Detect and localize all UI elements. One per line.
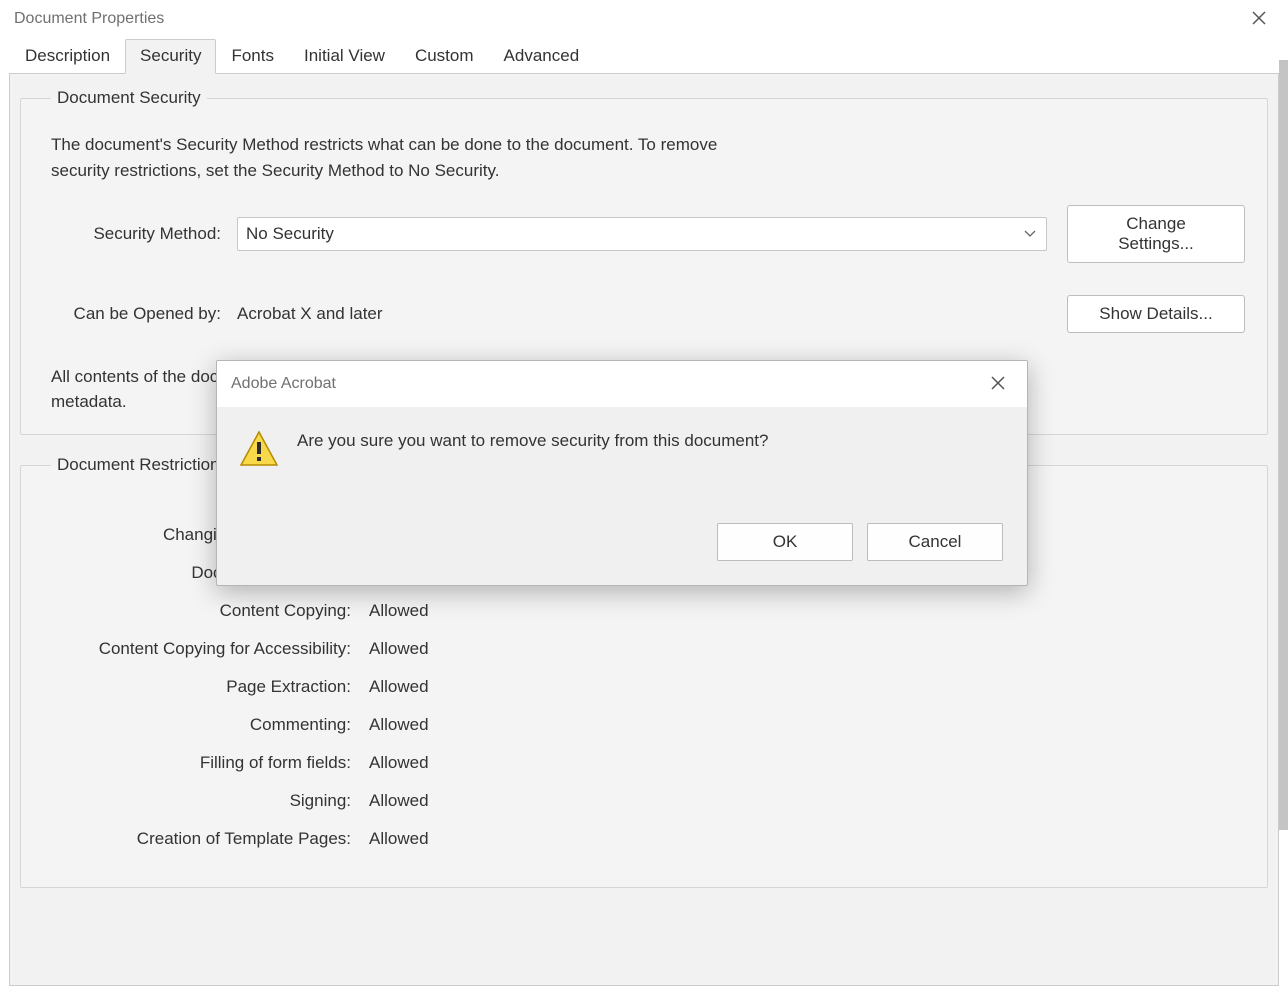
opened-by-row: Can be Opened by: Acrobat X and later Sh… — [51, 295, 1245, 333]
dialog-titlebar: Adobe Acrobat — [217, 361, 1027, 407]
document-security-legend: Document Security — [51, 88, 207, 108]
tab-strip: Description Security Fonts Initial View … — [0, 38, 1288, 73]
confirm-dialog: Adobe Acrobat Are you sure you want to r… — [216, 360, 1028, 586]
opened-by-label: Can be Opened by: — [51, 304, 221, 324]
cancel-button[interactable]: Cancel — [867, 523, 1003, 561]
restriction-value: Allowed — [369, 753, 429, 773]
restriction-label: Content Copying: — [51, 601, 351, 621]
security-method-row: Security Method: No Security Change Sett… — [51, 205, 1245, 263]
window-title: Document Properties — [14, 10, 164, 28]
dialog-title: Adobe Acrobat — [231, 375, 336, 393]
security-method-label: Security Method: — [51, 224, 221, 244]
restriction-label: Signing: — [51, 791, 351, 811]
tab-description[interactable]: Description — [10, 39, 125, 74]
security-intro: The document's Security Method restricts… — [51, 132, 771, 183]
security-method-select[interactable]: No Security — [237, 217, 1047, 251]
chevron-down-icon — [1024, 227, 1036, 241]
tab-fonts[interactable]: Fonts — [216, 39, 289, 74]
security-method-value: No Security — [246, 224, 334, 244]
restriction-value: Allowed — [369, 791, 429, 811]
restriction-label: Filling of form fields: — [51, 753, 351, 773]
restriction-value: Allowed — [369, 715, 429, 735]
restriction-row: Creation of Template Pages: Allowed — [51, 829, 1245, 849]
restriction-value: Allowed — [369, 829, 429, 849]
restriction-value: Allowed — [369, 677, 429, 697]
dialog-button-row: OK Cancel — [217, 475, 1027, 585]
restriction-label: Creation of Template Pages: — [51, 829, 351, 849]
dialog-close-icon[interactable] — [983, 371, 1013, 397]
restriction-row: Content Copying: Allowed — [51, 601, 1245, 621]
restriction-row: Page Extraction: Allowed — [51, 677, 1245, 697]
restriction-row: Signing: Allowed — [51, 791, 1245, 811]
tab-custom[interactable]: Custom — [400, 39, 489, 74]
restriction-label: Commenting: — [51, 715, 351, 735]
dialog-message: Are you sure you want to remove security… — [297, 429, 768, 451]
tab-initial-view[interactable]: Initial View — [289, 39, 400, 74]
restriction-row: Commenting: Allowed — [51, 715, 1245, 735]
restriction-value: Allowed — [369, 601, 429, 621]
restriction-value: Allowed — [369, 639, 429, 659]
show-details-button[interactable]: Show Details... — [1067, 295, 1245, 333]
close-icon[interactable] — [1244, 6, 1274, 32]
scrollbar-thumb[interactable] — [1279, 60, 1288, 830]
ok-button[interactable]: OK — [717, 523, 853, 561]
dialog-body: Are you sure you want to remove security… — [217, 407, 1027, 475]
tab-advanced[interactable]: Advanced — [489, 39, 595, 74]
restriction-label: Content Copying for Accessibility: — [51, 639, 351, 659]
scrollbar[interactable] — [1279, 60, 1288, 985]
document-properties-window: Document Properties Description Security… — [0, 0, 1288, 985]
restriction-row: Content Copying for Accessibility: Allow… — [51, 639, 1245, 659]
restriction-label: Page Extraction: — [51, 677, 351, 697]
opened-by-value: Acrobat X and later — [237, 304, 1067, 324]
change-settings-button[interactable]: Change Settings... — [1067, 205, 1245, 263]
warning-icon — [239, 429, 279, 469]
tab-security[interactable]: Security — [125, 39, 216, 74]
restriction-row: Filling of form fields: Allowed — [51, 753, 1245, 773]
titlebar: Document Properties — [0, 0, 1288, 38]
